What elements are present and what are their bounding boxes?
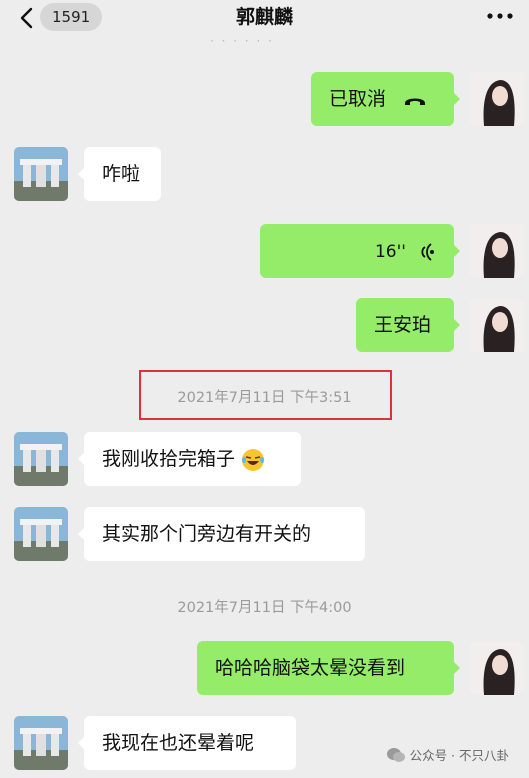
avatar-self[interactable]	[470, 298, 524, 352]
wechat-logo-icon	[386, 747, 405, 762]
message-text: 王安珀	[374, 314, 432, 336]
faded-text: · · · · · ·	[210, 34, 274, 48]
message-bubble-incoming[interactable]: 我刚收拾完箱子	[78, 432, 301, 486]
avatar-self[interactable]	[470, 72, 524, 126]
voice-wave-icon	[421, 242, 434, 261]
avatar-contact[interactable]	[14, 507, 68, 561]
timestamp: 2021年7月11日 下午4:00	[177, 600, 352, 616]
avatar-contact[interactable]	[14, 432, 68, 486]
timestamp: 2021年7月11日 下午3:51	[177, 390, 352, 406]
laughing-tears-emoji-icon	[242, 448, 265, 471]
message-bubble-outgoing[interactable]: 已取消	[311, 72, 460, 126]
message-text: 我刚收拾完箱子	[102, 448, 236, 470]
chat-title: 郭麒麟	[235, 6, 293, 28]
message-text: 咋啦	[102, 163, 141, 185]
watermark-text: 公众号 · 不只八卦	[409, 748, 509, 763]
hangup-phone-icon	[405, 98, 426, 105]
watermark: 公众号 · 不只八卦	[386, 745, 509, 764]
message-bubble-incoming[interactable]: 其实那个门旁边有开关的	[78, 507, 365, 561]
message-bubble-outgoing[interactable]: 王安珀	[356, 298, 460, 352]
message-text: 已取消	[329, 88, 387, 110]
more-dots-icon[interactable]	[485, 8, 515, 24]
message-bubble-incoming[interactable]: 咋啦	[78, 147, 161, 201]
avatar-contact[interactable]	[14, 716, 68, 770]
avatar-self[interactable]	[470, 641, 524, 695]
voice-message-bubble[interactable]: 16''	[260, 224, 460, 278]
message-text: 其实那个门旁边有开关的	[102, 523, 312, 545]
avatar-contact[interactable]	[14, 147, 68, 201]
message-text: 哈哈哈脑袋太晕没看到	[215, 657, 406, 679]
message-bubble-incoming[interactable]: 我现在也还晕着呢	[78, 716, 296, 770]
voice-duration: 16''	[374, 242, 406, 262]
avatar-self[interactable]	[470, 224, 524, 278]
message-bubble-outgoing[interactable]: 哈哈哈脑袋太晕没看到	[197, 641, 460, 695]
message-text: 我现在也还晕着呢	[102, 732, 255, 754]
